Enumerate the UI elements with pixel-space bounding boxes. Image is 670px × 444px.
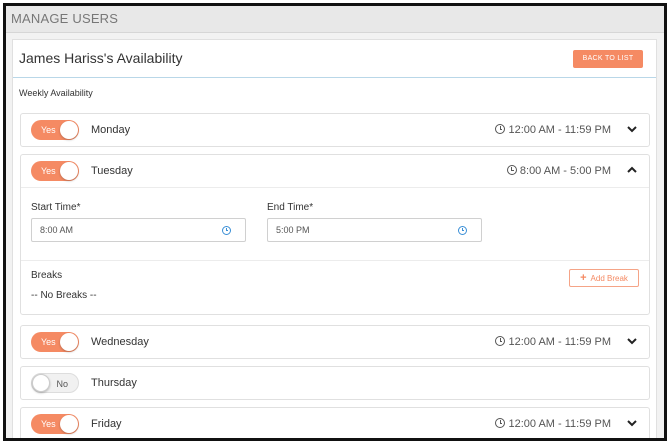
time-range-monday: 12:00 AM - 11:59 PM [495,124,611,136]
start-time-input[interactable]: 8:00 AM [31,218,246,242]
top-bar: MANAGE USERS [6,6,664,33]
availability-toggle-wednesday[interactable]: Yes [31,332,79,352]
end-time-label: End Time* [267,202,314,213]
day-name-thursday: Thursday [91,377,137,389]
day-card-wednesday: Yes Wednesday 12:00 AM - 11:59 PM [20,325,650,359]
time-range-wednesday: 12:00 AM - 11:59 PM [495,336,611,348]
time-range-text: 12:00 AM - 11:59 PM [508,336,611,348]
availability-toggle-tuesday[interactable]: Yes [31,161,79,181]
day-row-friday[interactable]: Yes Friday 12:00 AM - 11:59 PM [21,408,649,438]
clock-icon [495,336,506,346]
back-to-list-button[interactable]: BACK TO LIST [573,50,643,68]
add-break-button[interactable]: + Add Break [569,269,639,287]
day-name-monday: Monday [91,124,131,136]
app-frame: MANAGE USERS James Hariss's Availability… [3,3,667,441]
toggle-knob [60,162,78,180]
clock-icon [506,165,517,175]
end-time-value: 5:00 PM [276,225,310,235]
weekly-availability-label: Weekly Availability [19,88,93,98]
panel-header: James Hariss's Availability BACK TO LIST [13,40,656,78]
add-break-label: Add Break [590,274,628,283]
day-card-thursday: No Thursday [20,366,650,400]
clock-icon [495,418,506,428]
breaks-label: Breaks [31,270,63,281]
toggle-label: No [56,379,68,389]
chevron-down-icon[interactable] [625,122,639,136]
day-details-tuesday: Start Time* 8:00 AM End Time* 5:00 PM Br… [21,187,649,314]
time-range-text: 12:00 AM - 11:59 PM [508,124,611,136]
availability-toggle-thursday[interactable]: No [31,373,79,393]
toggle-knob [60,415,78,433]
start-time-value: 8:00 AM [40,225,74,235]
time-range-text: 12:00 AM - 11:59 PM [508,418,611,430]
toggle-label: Yes [41,166,56,176]
day-row-monday[interactable]: Yes Monday 12:00 AM - 11:59 PM [21,114,649,146]
availability-toggle-friday[interactable]: Yes [31,414,79,434]
day-name-wednesday: Wednesday [91,336,149,348]
day-card-friday: Yes Friday 12:00 AM - 11:59 PM [20,407,650,438]
day-name-tuesday: Tuesday [91,165,133,177]
plus-icon: + [580,272,587,284]
clock-icon[interactable] [458,226,467,235]
toggle-label: Yes [41,337,56,347]
toggle-label: Yes [41,125,56,135]
day-row-thursday[interactable]: No Thursday [21,367,649,399]
chevron-down-icon[interactable] [625,416,639,430]
divider [21,260,649,261]
availability-title: James Hariss's Availability [19,50,183,66]
toggle-knob [60,333,78,351]
time-range-friday: 12:00 AM - 11:59 PM [495,418,611,430]
toggle-label: Yes [41,419,56,429]
chevron-up-icon[interactable] [625,163,639,177]
day-row-tuesday[interactable]: Yes Tuesday 8:00 AM - 5:00 PM [21,155,649,187]
end-time-input[interactable]: 5:00 PM [267,218,482,242]
page-title: MANAGE USERS [11,11,119,26]
clock-icon [495,124,506,134]
availability-toggle-monday[interactable]: Yes [31,120,79,140]
availability-panel: James Hariss's Availability BACK TO LIST… [12,39,657,438]
no-breaks-text: -- No Breaks -- [31,290,97,301]
chevron-down-icon[interactable] [625,334,639,348]
toggle-knob [32,374,50,392]
day-row-wednesday[interactable]: Yes Wednesday 12:00 AM - 11:59 PM [21,326,649,358]
toggle-knob [60,121,78,139]
time-range-text: 8:00 AM - 5:00 PM [519,165,611,177]
day-name-friday: Friday [91,418,122,430]
start-time-label: Start Time* [31,202,81,213]
day-card-tuesday: Yes Tuesday 8:00 AM - 5:00 PM Start Time… [20,154,650,315]
day-card-monday: Yes Monday 12:00 AM - 11:59 PM [20,113,650,147]
clock-icon[interactable] [222,226,231,235]
time-range-tuesday: 8:00 AM - 5:00 PM [506,165,611,177]
